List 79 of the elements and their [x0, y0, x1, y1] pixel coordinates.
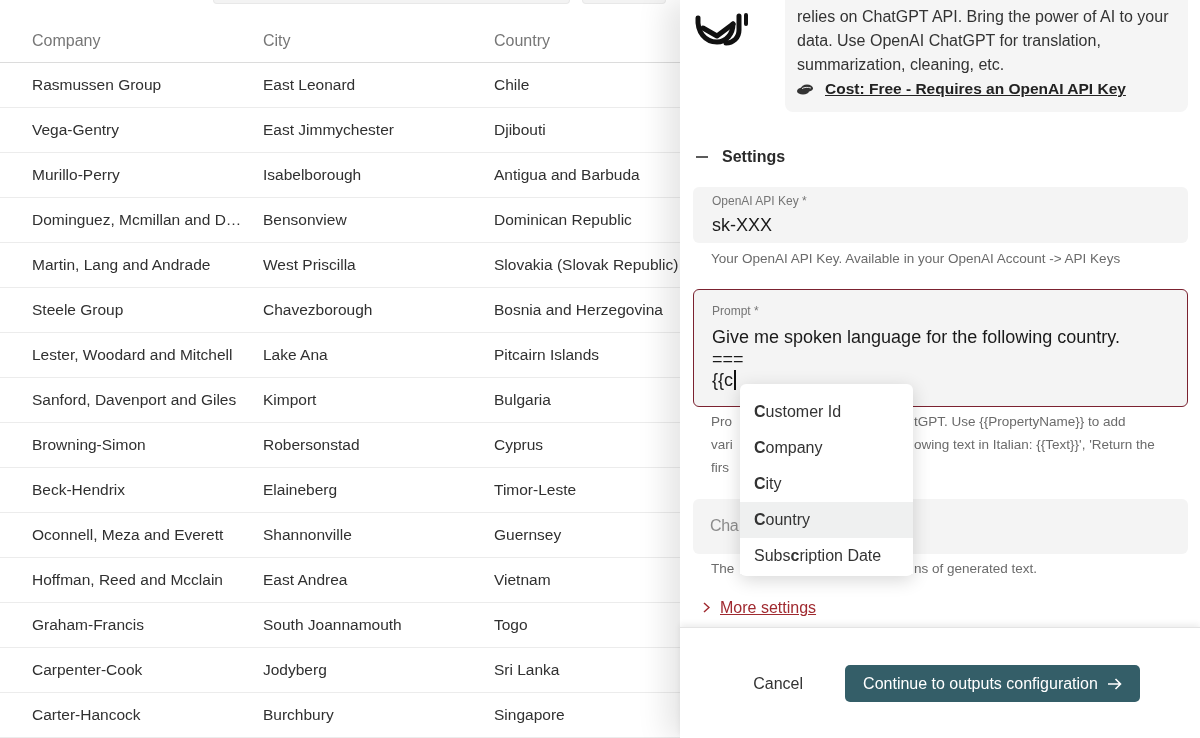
table-cell: East Andrea	[263, 571, 348, 588]
column-header: City	[263, 32, 291, 49]
table-cell: West Priscilla	[263, 256, 356, 273]
table-cell: Vega-Gentry	[32, 121, 120, 138]
table-cell: Robersonstad	[263, 436, 360, 453]
table-cell: Murillo-Perry	[32, 166, 120, 183]
table-cell: Rasmussen Group	[32, 76, 162, 93]
text-cursor-icon	[734, 370, 736, 390]
menu-item[interactable]: Company	[740, 430, 913, 466]
table-cell: Carpenter-Cook	[32, 661, 143, 678]
table-cell: Hoffman, Reed and Mcclain	[32, 571, 223, 588]
field-placeholder: Cha	[710, 516, 739, 536]
table-cell: Martin, Lang and Andrade	[32, 256, 211, 273]
table-cell: Sanford, Davenport and Giles	[32, 391, 237, 408]
help-text: tGPT. Use {{PropertyName}} to add	[914, 413, 1126, 431]
help-text: The	[711, 561, 735, 576]
column-header: Company	[32, 32, 101, 49]
field-value: sk-XXX	[712, 215, 772, 235]
table-cell: Graham-Francis	[32, 616, 144, 633]
help-text: firs	[711, 460, 729, 475]
table-cell: Browning-Simon	[32, 436, 146, 453]
arrow-right-icon	[1107, 677, 1122, 690]
table-cell: Oconnell, Meza and Everett	[32, 526, 224, 543]
table-cell: Lake Ana	[263, 346, 328, 363]
settings-toggle[interactable]: Settings	[696, 145, 786, 169]
table-cell: East Leonard	[263, 76, 356, 93]
table-cell: Steele Group	[32, 301, 124, 318]
column-header: Country	[494, 32, 551, 49]
field-value: ===	[712, 348, 744, 369]
field-value: Give me spoken language for the following country.	[712, 327, 1120, 347]
help-text: owing text in Italian: {{Text}}', 'Return the	[914, 436, 1155, 454]
field-value: {{c	[712, 370, 734, 390]
input-field[interactable]: OpenAI API Key * sk-XXX	[693, 187, 1188, 243]
table-cell: Elaineberg	[263, 481, 338, 498]
table-cell: South Joannamouth	[263, 616, 402, 633]
continue-button[interactable]: Continue to outputs configuration	[845, 665, 1140, 702]
table-cell: Bulgaria	[494, 391, 551, 408]
table-cell: Chavezborough	[263, 301, 373, 318]
table-cell: Djibouti	[494, 121, 546, 138]
help-text: vari	[711, 437, 733, 452]
table-cell: Burchbury	[263, 706, 334, 723]
table-cell: Carter-Hancock	[32, 706, 141, 723]
field-label: Prompt *	[712, 304, 759, 318]
cancel-button[interactable]: Cancel	[737, 665, 819, 702]
table-cell: Kimport	[263, 391, 317, 408]
table-cell: Pitcairn Islands	[494, 346, 600, 363]
knot-logo-icon	[693, 12, 751, 46]
menu-item[interactable]: Subscription Date	[740, 538, 913, 574]
help-text: ns of generated text.	[914, 560, 1038, 578]
table-cell: Cyprus	[494, 436, 544, 453]
menu-item[interactable]: City	[740, 466, 913, 502]
help-text: Your OpenAI API Key. Available in your OpenAI Account -> API Keys	[711, 250, 1121, 266]
description-text: relies on ChatGPT API. Bring the power of AI to your data. Use OpenAI ChatGPT for translation, summarization, cleaning, etc.	[797, 7, 1170, 75]
table-cell: Jodyberg	[263, 661, 327, 678]
table-cell: Slovakia (Slovak Republic)	[494, 256, 679, 273]
table-cell: Togo	[494, 616, 528, 633]
table-cell: Timor-Leste	[494, 481, 577, 498]
table-cell: Isabelborough	[263, 166, 362, 183]
table-cell: Bosnia and Herzegovina	[494, 301, 663, 318]
coins-icon	[797, 83, 813, 95]
table-cell: Dominguez, Mcmillan and D…	[32, 211, 242, 228]
help-text: Pro	[711, 414, 732, 429]
table-cell: Antigua and Barbuda	[494, 166, 640, 183]
menu-item[interactable]: Customer Id	[740, 394, 913, 430]
table-cell: Beck-Hendrix	[32, 481, 126, 498]
field-label: OpenAI API Key *	[712, 194, 807, 208]
table-cell: East Jimmychester	[263, 121, 394, 138]
table-cell: Guernsey	[494, 526, 562, 543]
table-cell: Dominican Republic	[494, 211, 632, 228]
table-cell: Vietnam	[494, 571, 551, 588]
table-cell: Bensonview	[263, 211, 347, 228]
table-cell: Singapore	[494, 706, 565, 723]
more-settings-link[interactable]: More settings	[703, 595, 817, 620]
table-cell: Sri Lanka	[494, 661, 560, 678]
table-cell: Chile	[494, 76, 530, 93]
cost-link[interactable]: Cost: Free - Requires an OpenAI API Key	[825, 77, 1126, 101]
table-cell: Shannonville	[263, 526, 352, 543]
menu-item[interactable]: Country	[740, 502, 913, 538]
table-cell: Lester, Woodard and Mitchell	[32, 346, 233, 363]
